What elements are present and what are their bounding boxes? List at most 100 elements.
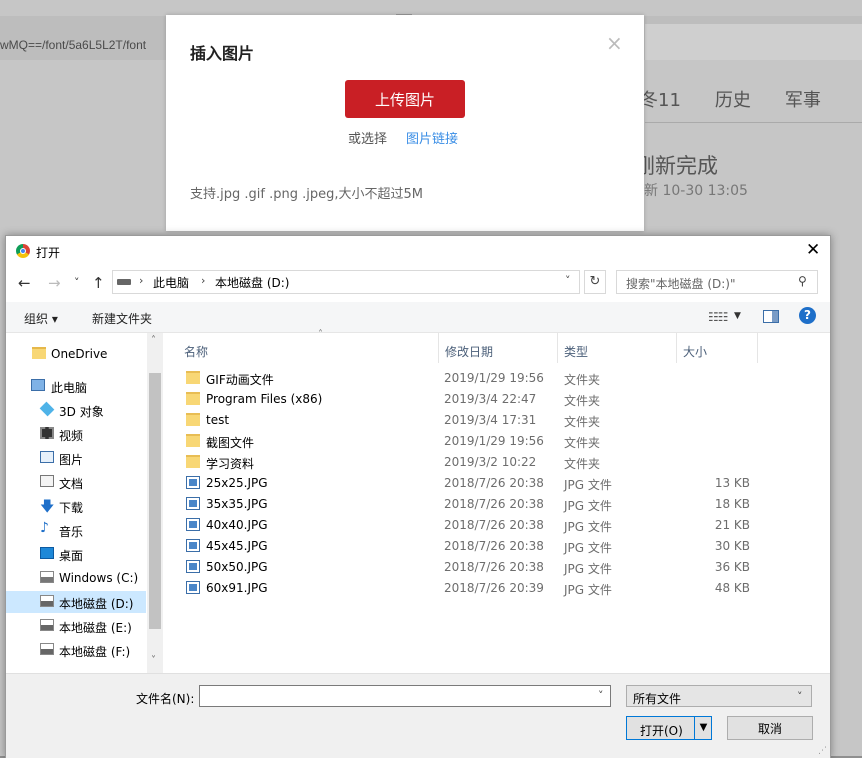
scroll-up-icon[interactable]: ˄	[151, 335, 156, 346]
tree-item-drive-d[interactable]: 本地磁盘 (D:)	[6, 591, 146, 613]
tree-item-videos[interactable]: 视频	[6, 423, 146, 445]
tree-item-windows-c[interactable]: Windows (C:)	[6, 567, 146, 589]
file-row[interactable]: 35x35.JPG 2018/7/26 20:38 JPG 文件 18 KB	[164, 493, 764, 514]
resize-grip-icon[interactable]: ⋰	[818, 746, 827, 756]
url-text: wMQ==/font/5a6L5L2T/font	[0, 38, 147, 52]
download-icon: 🡇	[40, 499, 55, 515]
bg-tab: 冬11	[640, 90, 681, 111]
chevron-down-icon[interactable]: ˅	[565, 274, 571, 287]
scroll-thumb[interactable]	[149, 373, 161, 629]
search-input[interactable]: 搜索"本地磁盘 (D:)" ⚲	[616, 270, 818, 294]
tree-item-desktop[interactable]: 桌面	[6, 543, 146, 565]
view-dropdown-icon[interactable]: ▼	[734, 311, 741, 321]
breadcrumb-separator[interactable]: ›	[201, 274, 205, 287]
view-options-icon[interactable]: ☷☷	[708, 310, 728, 324]
tree-item-documents[interactable]: 文档	[6, 471, 146, 493]
tree-label: Windows (C:)	[59, 571, 139, 585]
file-row[interactable]: test 2019/3/4 17:31 文件夹	[164, 409, 764, 430]
refresh-icon[interactable]: ↻	[584, 270, 606, 294]
recent-locations-icon[interactable]: ˅	[74, 276, 80, 289]
file-type: JPG 文件	[564, 583, 612, 597]
file-name: 60x91.JPG	[206, 581, 268, 595]
drive-icon	[40, 619, 54, 631]
bg-headline: 刚新完成	[634, 154, 718, 178]
search-icon[interactable]: ⚲	[798, 274, 807, 288]
breadcrumb-separator[interactable]: ›	[139, 274, 143, 287]
or-choose-label: 或选择	[348, 132, 388, 147]
cancel-button[interactable]: 取消	[727, 716, 813, 740]
dialog-titlebar[interactable]: 打开 ✕	[6, 236, 830, 266]
file-date: 2019/3/4 17:31	[444, 413, 537, 427]
file-row[interactable]: 60x91.JPG 2018/7/26 20:39 JPG 文件 48 KB	[164, 577, 764, 598]
file-row[interactable]: 截图文件 2019/1/29 19:56 文件夹	[164, 430, 764, 451]
tree-item-pictures[interactable]: 图片	[6, 447, 146, 469]
chevron-down-icon[interactable]: ˅	[598, 689, 604, 702]
file-row[interactable]: 50x50.JPG 2018/7/26 20:38 JPG 文件 36 KB	[164, 556, 764, 577]
column-label: 修改日期	[445, 345, 494, 359]
open-button[interactable]: 打开(O) ▼	[626, 716, 712, 740]
tree-item-3d-objects[interactable]: 3D 对象	[6, 399, 146, 421]
back-arrow-icon[interactable]: ←	[18, 274, 31, 292]
file-date: 2018/7/26 20:38	[444, 539, 544, 553]
documents-icon	[40, 475, 54, 487]
file-date: 2018/7/26 20:38	[444, 476, 544, 490]
chrome-icon	[16, 244, 30, 258]
background-tabs: 冬11 历史 军事	[640, 86, 855, 112]
file-size: 21 KB	[714, 518, 750, 532]
file-date: 2018/7/26 20:38	[444, 518, 544, 532]
tree-item-onedrive[interactable]: OneDrive	[6, 343, 146, 365]
file-name: 50x50.JPG	[206, 560, 268, 574]
tree-item-drive-f[interactable]: 本地磁盘 (F:)	[6, 639, 146, 661]
file-name: 25x25.JPG	[206, 476, 268, 490]
address-bar[interactable]: › 此电脑 › 本地磁盘 (D:) ˅	[112, 270, 580, 294]
column-label: 类型	[564, 345, 589, 359]
tree-item-music[interactable]: ♪ 音乐	[6, 519, 146, 541]
forward-arrow-icon[interactable]: →	[48, 274, 61, 292]
file-row[interactable]: 25x25.JPG 2018/7/26 20:38 JPG 文件 13 KB	[164, 472, 764, 493]
navigation-bar: ← → ˅ ↑ › 此电脑 › 本地磁盘 (D:) ˅ ↻ 搜索"本地磁盘 (D…	[6, 270, 830, 298]
help-icon[interactable]: ?	[799, 307, 816, 324]
tree-item-drive-e[interactable]: 本地磁盘 (E:)	[6, 615, 146, 637]
file-row[interactable]: 40x40.JPG 2018/7/26 20:38 JPG 文件 21 KB	[164, 514, 764, 535]
breadcrumb-this-pc[interactable]: 此电脑	[153, 274, 189, 291]
new-folder-button[interactable]: 新建文件夹	[92, 310, 152, 327]
tree-label: 文档	[59, 477, 84, 491]
file-row[interactable]: Program Files (x86) 2019/3/4 22:47 文件夹	[164, 388, 764, 409]
file-type: JPG 文件	[564, 478, 612, 492]
filetype-select[interactable]: 所有文件 ˅	[626, 685, 812, 707]
jpg-file-icon	[186, 560, 200, 573]
filetype-value: 所有文件	[633, 692, 682, 706]
column-header-date[interactable]: 修改日期	[439, 333, 558, 363]
dialog-close-icon[interactable]: ✕	[806, 240, 820, 260]
folder-icon	[186, 413, 200, 426]
tree-item-downloads[interactable]: 🡇 下载	[6, 495, 146, 517]
filename-input[interactable]	[199, 685, 611, 707]
file-name: 35x35.JPG	[206, 497, 268, 511]
file-row[interactable]: 45x45.JPG 2018/7/26 20:38 JPG 文件 30 KB	[164, 535, 764, 556]
modal-title: 插入图片	[190, 44, 255, 63]
file-type: JPG 文件	[564, 562, 612, 576]
up-arrow-icon[interactable]: ↑	[92, 274, 105, 292]
folder-icon	[186, 392, 200, 405]
tree-item-this-pc[interactable]: 此电脑	[6, 375, 146, 397]
tree-label: 本地磁盘 (F:)	[59, 645, 131, 659]
close-icon[interactable]: ×	[606, 31, 623, 55]
file-name: 学习资料	[206, 457, 255, 471]
open-split-dropdown-icon[interactable]: ▼	[694, 717, 712, 739]
organize-menu[interactable]: 组织 ▾	[24, 310, 58, 327]
drive-icon	[117, 279, 131, 285]
file-row[interactable]: 学习资料 2019/3/2 10:22 文件夹	[164, 451, 764, 472]
file-date: 2018/7/26 20:39	[444, 581, 544, 595]
column-header-size[interactable]: 大小	[677, 333, 758, 363]
preview-pane-icon[interactable]	[763, 310, 779, 323]
file-date: 2019/1/29 19:56	[444, 371, 544, 385]
column-header-type[interactable]: 类型	[558, 333, 677, 363]
breadcrumb-drive-d[interactable]: 本地磁盘 (D:)	[215, 274, 289, 291]
image-link[interactable]: 图片链接	[406, 128, 458, 147]
vertical-scrollbar[interactable]: ˄ ˅	[147, 333, 163, 673]
column-header-name[interactable]: 名称 ˄	[178, 329, 439, 363]
file-row[interactable]: GIF动画文件 2019/1/29 19:56 文件夹	[164, 367, 764, 388]
file-date: 2019/3/2 10:22	[444, 455, 537, 469]
scroll-down-icon[interactable]: ˅	[151, 655, 156, 666]
upload-image-button[interactable]: 上传图片	[345, 80, 465, 118]
